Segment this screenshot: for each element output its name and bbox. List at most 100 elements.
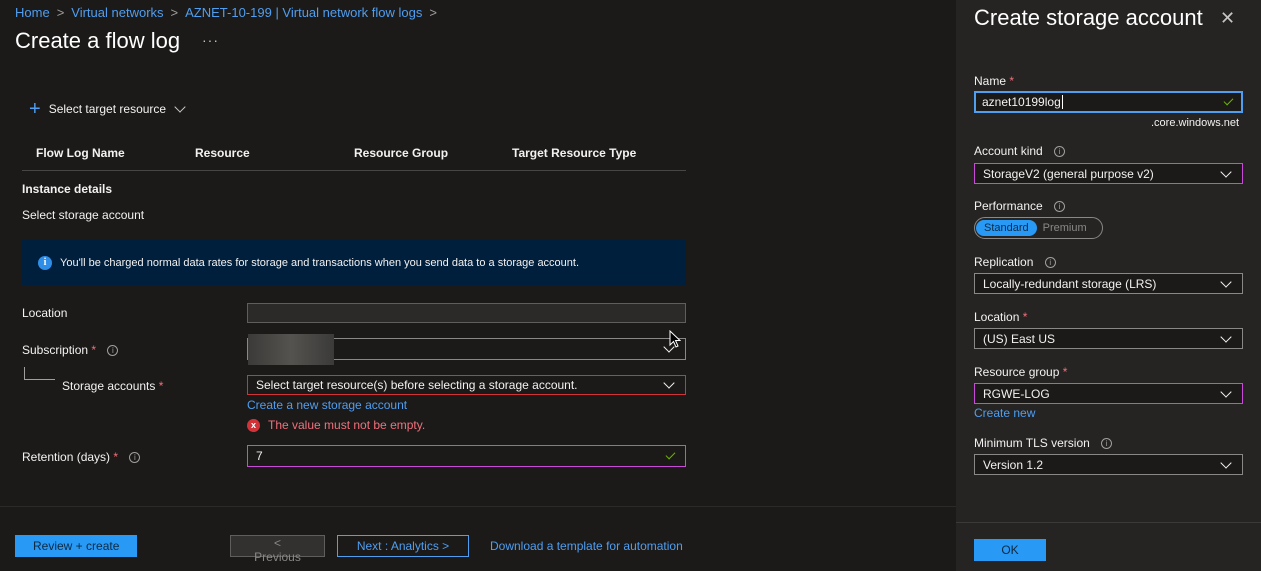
create-storage-account-link[interactable]: Create a new storage account <box>247 398 407 412</box>
resource-group-label-text: Resource group <box>974 365 1060 379</box>
name-label: Name * <box>974 74 1014 88</box>
redacted-subscription <box>248 334 334 365</box>
select-storage-heading: Select storage account <box>22 208 145 222</box>
close-icon[interactable]: ✕ <box>1220 8 1235 29</box>
subscription-label-text: Subscription <box>22 343 89 357</box>
validation-error: x The value must not be empty. <box>247 418 425 432</box>
performance-premium-option[interactable]: Premium <box>1037 222 1093 234</box>
panel-location-label-text: Location <box>974 310 1020 324</box>
chevron-down-icon <box>1220 456 1232 469</box>
performance-label: Performance i <box>974 199 1066 213</box>
resource-group-dropdown[interactable]: RGWE-LOG <box>974 383 1243 404</box>
account-kind-dropdown[interactable]: StorageV2 (general purpose v2) <box>974 163 1243 184</box>
mouse-cursor-icon <box>669 329 682 351</box>
breadcrumb-flow-logs[interactable]: AZNET-10-199 | Virtual network flow logs <box>185 5 422 20</box>
column-flow-log-name: Flow Log Name <box>36 146 125 160</box>
storage-accounts-dropdown[interactable]: Select target resource(s) before selecti… <box>247 375 686 395</box>
column-target-resource-type: Target Resource Type <box>512 146 637 160</box>
retention-days-input[interactable]: 7 <box>247 445 686 467</box>
select-target-resource-button[interactable]: + Select target resource <box>29 98 188 120</box>
download-template-link[interactable]: Download a template for automation <box>490 539 683 553</box>
name-label-text: Name <box>974 74 1007 88</box>
required-mark: * <box>1062 365 1068 379</box>
tls-version-value: Version 1.2 <box>983 457 1044 472</box>
info-icon[interactable]: i <box>107 345 119 356</box>
account-kind-label-text: Account kind <box>974 144 1043 158</box>
location-field <box>247 303 686 323</box>
panel-location-dropdown[interactable]: (US) East US <box>974 328 1243 349</box>
column-resource: Resource <box>195 146 250 160</box>
chevron-down-icon <box>1220 165 1232 178</box>
retention-label-text: Retention (days) <box>22 450 111 464</box>
footer-divider <box>0 506 956 507</box>
retention-label: Retention (days) * i <box>22 450 141 464</box>
more-options-icon[interactable]: ··· <box>202 32 219 48</box>
required-mark: * <box>113 450 119 464</box>
breadcrumb-virtual-networks[interactable]: Virtual networks <box>71 5 163 20</box>
error-icon: x <box>247 418 260 432</box>
location-label: Location <box>22 306 68 320</box>
required-mark: * <box>91 343 97 357</box>
previous-button[interactable]: < Previous <box>230 535 325 564</box>
storage-accounts-label: Storage accounts * <box>62 379 163 393</box>
info-icon[interactable]: i <box>1101 438 1113 449</box>
breadcrumb: Home > Virtual networks > AZNET-10-199 | Vir… <box>15 5 444 20</box>
checkmark-icon <box>1223 95 1234 106</box>
account-kind-value: StorageV2 (general purpose v2) <box>983 166 1154 181</box>
info-banner-text: You'll be charged normal data rates for … <box>60 256 580 269</box>
create-new-resource-group-link[interactable]: Create new <box>974 406 1035 420</box>
chevron-down-icon <box>1220 275 1232 288</box>
page-title: Create a flow log <box>15 28 181 53</box>
replication-label: Replication i <box>974 255 1056 269</box>
account-kind-label: Account kind i <box>974 144 1066 158</box>
breadcrumb-separator: > <box>429 5 437 20</box>
storage-name-input[interactable]: aznet10199log <box>974 91 1243 113</box>
info-icon: i <box>38 255 52 270</box>
column-resource-group: Resource Group <box>354 146 449 160</box>
resource-group-label: Resource group * <box>974 365 1067 379</box>
replication-value: Locally-redundant storage (LRS) <box>983 276 1157 291</box>
tls-version-label: Minimum TLS version i <box>974 436 1113 450</box>
tls-version-dropdown[interactable]: Version 1.2 <box>974 454 1243 475</box>
replication-dropdown[interactable]: Locally-redundant storage (LRS) <box>974 273 1243 294</box>
performance-toggle: Standard Premium <box>974 217 1103 239</box>
info-banner: i You'll be charged normal data rates fo… <box>22 240 686 285</box>
ok-button[interactable]: OK <box>974 539 1046 561</box>
name-domain-suffix: .core.windows.net <box>1151 117 1240 129</box>
resource-group-value: RGWE-LOG <box>983 386 1050 401</box>
chevron-down-icon <box>1220 385 1232 398</box>
review-create-button[interactable]: Review + create <box>15 535 138 557</box>
performance-standard-option[interactable]: Standard <box>976 220 1037 236</box>
flow-log-table-header: Flow Log Name Resource Resource Group Ta… <box>22 146 686 171</box>
next-analytics-button[interactable]: Next : Analytics > <box>337 535 469 557</box>
panel-location-value: (US) East US <box>983 331 1056 346</box>
chevron-down-icon <box>174 101 186 113</box>
panel-footer-divider <box>956 522 1261 523</box>
performance-label-text: Performance <box>974 199 1043 213</box>
instance-details-heading: Instance details <box>22 182 113 196</box>
required-mark: * <box>1022 310 1028 324</box>
breadcrumb-home[interactable]: Home <box>15 5 50 20</box>
required-mark: * <box>158 379 164 393</box>
tree-connector <box>24 367 55 380</box>
chevron-down-icon <box>663 377 675 389</box>
panel-location-label: Location * <box>974 310 1027 324</box>
required-mark: * <box>1009 74 1015 88</box>
info-icon[interactable]: i <box>1054 146 1066 157</box>
retention-days-value: 7 <box>256 449 263 463</box>
select-target-resource-label: Select target resource <box>48 102 167 116</box>
info-icon[interactable]: i <box>1054 201 1066 212</box>
plus-icon: + <box>29 98 41 120</box>
tls-version-label-text: Minimum TLS version <box>974 436 1090 450</box>
storage-accounts-value: Select target resource(s) before selecti… <box>256 378 578 392</box>
info-icon[interactable]: i <box>129 452 141 463</box>
subscription-label: Subscription * i <box>22 343 119 357</box>
panel-title: Create storage account <box>974 5 1203 30</box>
info-icon[interactable]: i <box>1044 257 1056 268</box>
error-message-text: The value must not be empty. <box>268 418 426 432</box>
replication-label-text: Replication <box>974 255 1034 269</box>
checkmark-icon <box>665 449 676 460</box>
chevron-down-icon <box>1220 330 1232 343</box>
storage-name-value: aznet10199log <box>982 95 1063 109</box>
storage-accounts-label-text: Storage accounts <box>62 379 156 393</box>
